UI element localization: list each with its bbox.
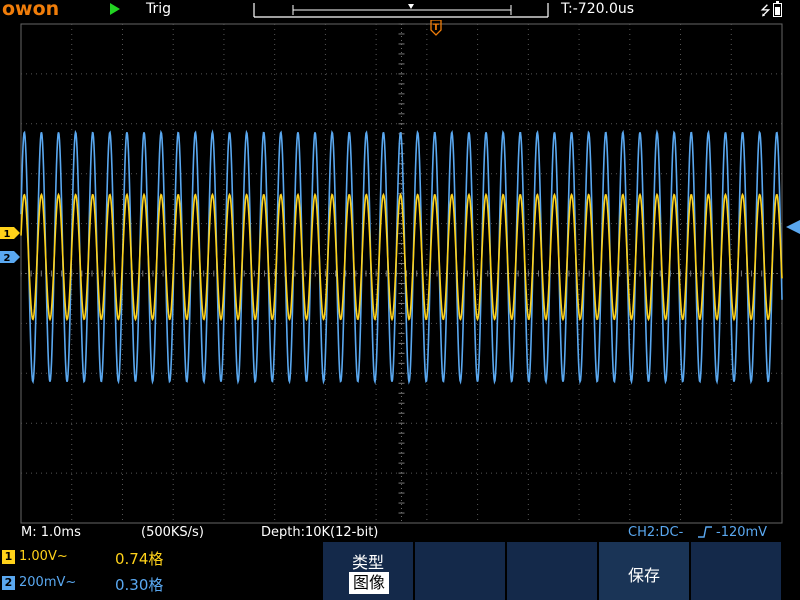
trigger-time-marker[interactable]: T	[430, 20, 442, 36]
type-menu-label: 类型	[351, 553, 384, 572]
play-icon[interactable]	[110, 3, 120, 15]
ch2-value: 0.30格	[115, 576, 164, 594]
trigger-time: T:-720.0us	[561, 1, 635, 17]
battery-icon	[773, 1, 782, 17]
graticule	[20, 23, 783, 524]
timebase-label[interactable]: M: 1.0ms	[21, 525, 81, 540]
menu-slot-5[interactable]	[689, 542, 781, 600]
ch2-info[interactable]: 2 200mV~ 0.30格	[0, 573, 320, 595]
sample-rate-label: (500KS/s)	[141, 525, 204, 540]
ch1-scale: 1.00V~	[19, 549, 68, 564]
ch1-marker-label: 1	[4, 229, 11, 240]
ch2-marker[interactable]: 2	[0, 251, 20, 264]
ch2-marker-label: 2	[4, 253, 11, 264]
ch1-badge: 1	[2, 550, 15, 564]
trigger-info-label: CH2:DC-	[628, 525, 684, 540]
menu-slot-3[interactable]	[505, 542, 597, 600]
type-menu-value: 图像	[349, 572, 389, 594]
time-position-marker-icon	[408, 4, 414, 9]
save-button[interactable]: 保存	[597, 542, 689, 600]
trigger-level-label: -120mV	[716, 525, 768, 540]
waveform-display[interactable]: T 1 2	[0, 20, 800, 525]
menu-slot-2[interactable]	[413, 542, 505, 600]
ch1-marker[interactable]: 1	[0, 227, 20, 240]
time-position-bar[interactable]	[253, 2, 549, 18]
menu-edge	[781, 542, 800, 600]
top-bar: owon Trig T:-720.0us ⭍	[0, 0, 800, 20]
ch1-value: 0.74格	[115, 550, 164, 568]
trigger-level-marker-icon[interactable]	[786, 220, 800, 234]
trigger-marker-label: T	[433, 23, 440, 33]
ch2-badge: 2	[2, 576, 15, 590]
ch1-info[interactable]: 1 1.00V~ 0.74格	[0, 547, 320, 569]
trigger-edge-icon	[696, 525, 714, 543]
trigger-status: Trig	[146, 1, 172, 17]
save-button-label: 保存	[627, 566, 660, 585]
status-bar: M: 1.0ms (500KS/s) Depth:10K(12-bit) CH2…	[0, 525, 800, 542]
depth-label[interactable]: Depth:10K(12-bit)	[261, 525, 378, 540]
bottom-panel: 1 1.00V~ 0.74格 2 200mV~ 0.30格 类型 图像 保存	[0, 542, 800, 600]
owon-logo: owon	[2, 0, 60, 20]
ch2-scale: 200mV~	[19, 575, 77, 590]
type-menu-button[interactable]: 类型 图像	[321, 542, 413, 600]
